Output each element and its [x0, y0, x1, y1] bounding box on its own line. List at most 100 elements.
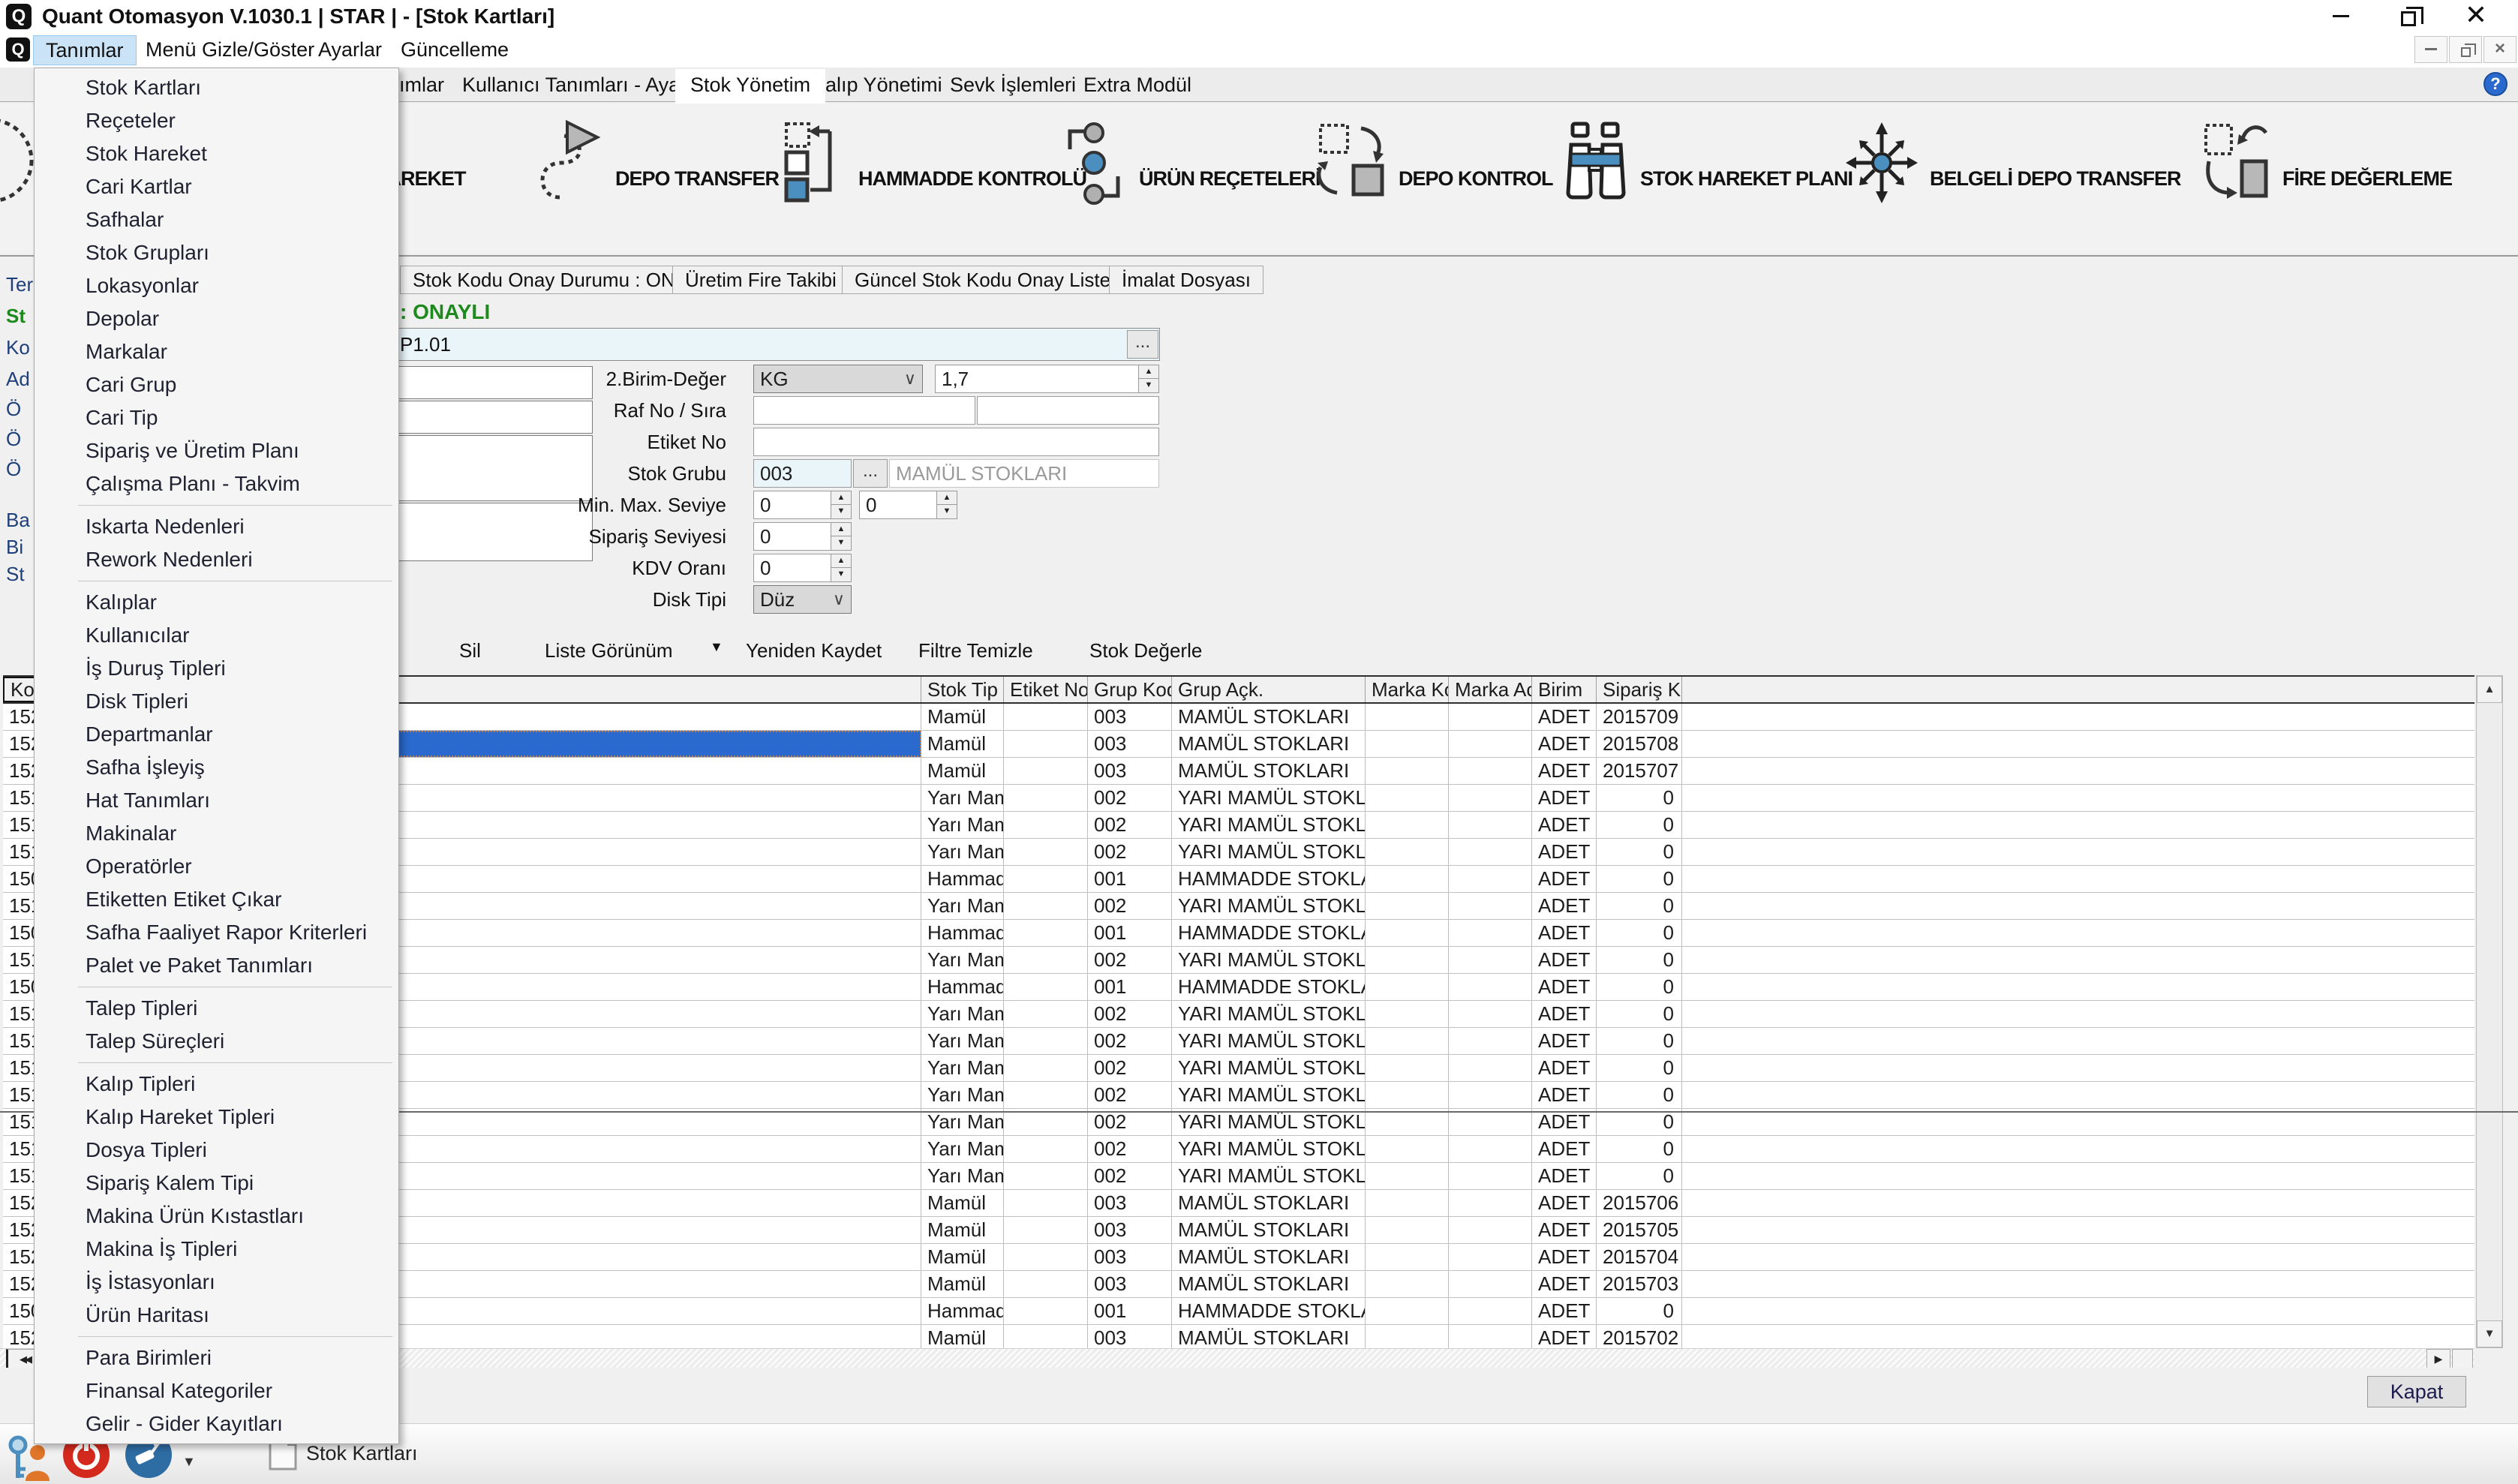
- ribbon-tab-sevk-islemleri[interactable]: Sevk İşlemleri: [935, 69, 1091, 103]
- cell-grup-ack[interactable]: MAMÜL STOKLARI: [1172, 1271, 1366, 1297]
- cell-stok-tip[interactable]: Yarı Mamül: [921, 1028, 1004, 1054]
- cell-birim[interactable]: ADET: [1532, 758, 1597, 784]
- kdv-orani-spinner[interactable]: 0 ▲▼: [753, 554, 852, 582]
- cell-grup-ack[interactable]: HAMMADDE STOKLARI: [1172, 920, 1366, 946]
- cell-birim[interactable]: ADET: [1532, 1163, 1597, 1189]
- cell-grup-kod[interactable]: 003: [1088, 731, 1172, 757]
- menu-item[interactable]: Safhalar: [35, 203, 398, 236]
- cell-marka-ack[interactable]: [1449, 1217, 1532, 1243]
- spinner-arrows[interactable]: ▲▼: [936, 491, 957, 518]
- menu-item[interactable]: Kalıplar: [35, 586, 398, 619]
- menu-item[interactable]: İş İstasyonları: [35, 1266, 398, 1299]
- subtab-imalat-dosyasi[interactable]: İmalat Dosyası: [1109, 266, 1264, 294]
- cell-grup-kod[interactable]: 002: [1088, 1082, 1172, 1108]
- cell-siparis-kod[interactable]: 2015709: [1597, 704, 1682, 730]
- cell-etiket-no[interactable]: [1004, 1298, 1088, 1324]
- cell-grup-ack[interactable]: HAMMADDE STOKLARI: [1172, 866, 1366, 892]
- cell-marka-kod[interactable]: [1366, 758, 1449, 784]
- cell-etiket-no[interactable]: [1004, 1028, 1088, 1054]
- cell-stok-tip[interactable]: Yarı Mamül: [921, 785, 1004, 811]
- menu-item[interactable]: Kalıp Tipleri: [35, 1068, 398, 1101]
- child-minimize-button[interactable]: [2414, 36, 2447, 63]
- cell-stok-tip[interactable]: Yarı Mamül: [921, 947, 1004, 973]
- menu-item[interactable]: Etiketten Etiket Çıkar: [35, 883, 398, 916]
- cell-grup-ack[interactable]: HAMMADDE STOKLARI: [1172, 974, 1366, 1000]
- menu-item[interactable]: Operatörler: [35, 850, 398, 883]
- spin-down-icon[interactable]: ▼: [936, 505, 957, 518]
- cell-birim[interactable]: ADET: [1532, 1055, 1597, 1081]
- min-seviye-spinner[interactable]: 0 ▲▼: [753, 491, 852, 519]
- cell-stok-tip[interactable]: Yarı Mamül: [921, 1163, 1004, 1189]
- scroll-up-button[interactable]: ▲: [2477, 676, 2502, 703]
- cell-grup-kod[interactable]: 001: [1088, 920, 1172, 946]
- cell-siparis-kod[interactable]: 0: [1597, 1028, 1682, 1054]
- cell-grup-kod[interactable]: 001: [1088, 866, 1172, 892]
- menu-item[interactable]: Stok Kartları: [35, 71, 398, 104]
- max-seviye-spinner[interactable]: 0 ▲▼: [859, 491, 957, 519]
- cell-marka-ack[interactable]: [1449, 1055, 1532, 1081]
- cell-grup-kod[interactable]: 002: [1088, 1028, 1172, 1054]
- liste-gorunum-dropdown-icon[interactable]: ▼: [710, 639, 723, 655]
- kapat-button[interactable]: Kapat: [2367, 1376, 2466, 1407]
- menu-item[interactable]: Stok Grupları: [35, 236, 398, 269]
- cell-stok-tip[interactable]: Yarı Mamül: [921, 839, 1004, 865]
- cell-etiket-no[interactable]: [1004, 947, 1088, 973]
- menu-item[interactable]: Reçeteler: [35, 104, 398, 137]
- vertical-scrollbar[interactable]: ▲ ▼: [2476, 675, 2503, 1348]
- cell-siparis-kod[interactable]: 2015704: [1597, 1244, 1682, 1270]
- cell-marka-kod[interactable]: [1366, 704, 1449, 730]
- cell-marka-ack[interactable]: [1449, 758, 1532, 784]
- stock-code-browse-button[interactable]: ...: [1127, 330, 1158, 359]
- cell-grup-ack[interactable]: HAMMADDE STOKLARI: [1172, 1298, 1366, 1324]
- cell-grup-ack[interactable]: YARI MAMÜL STOKLARI: [1172, 812, 1366, 838]
- column-header-grup-kod[interactable]: Grup Kod: [1088, 677, 1172, 702]
- cell-grup-ack[interactable]: MAMÜL STOKLARI: [1172, 1325, 1366, 1348]
- menu-item[interactable]: Cari Tip: [35, 401, 398, 434]
- menu-item[interactable]: Ürün Haritası: [35, 1299, 398, 1332]
- cell-birim[interactable]: ADET: [1532, 866, 1597, 892]
- cell-grup-kod[interactable]: 002: [1088, 839, 1172, 865]
- menu-item[interactable]: Makinalar: [35, 817, 398, 850]
- cell-marka-ack[interactable]: [1449, 812, 1532, 838]
- cell-grup-ack[interactable]: YARI MAMÜL STOKLARI: [1172, 1082, 1366, 1108]
- cell-marka-ack[interactable]: [1449, 704, 1532, 730]
- spinner-arrows[interactable]: ▲▼: [831, 491, 851, 518]
- cell-siparis-kod[interactable]: 0: [1597, 812, 1682, 838]
- raf-no-input[interactable]: [753, 396, 975, 425]
- cell-siparis-kod[interactable]: 2015702: [1597, 1325, 1682, 1348]
- cell-siparis-kod[interactable]: 0: [1597, 974, 1682, 1000]
- column-header-siparis-kod[interactable]: Sipariş Kod: [1597, 677, 1682, 702]
- birim-deger-unit-select[interactable]: KG ∨: [753, 365, 923, 393]
- cell-birim[interactable]: ADET: [1532, 1190, 1597, 1216]
- cell-siparis-kod[interactable]: 2015705: [1597, 1217, 1682, 1243]
- cell-siparis-kod[interactable]: 0: [1597, 1298, 1682, 1324]
- cell-birim[interactable]: ADET: [1532, 1325, 1597, 1348]
- menu-item[interactable]: Talep Süreçleri: [35, 1025, 398, 1058]
- cell-stok-tip[interactable]: Yarı Mamül: [921, 1082, 1004, 1108]
- cell-siparis-kod[interactable]: 0: [1597, 1082, 1682, 1108]
- menubar-item-tanimlar[interactable]: Tanımlar: [33, 35, 137, 65]
- menu-item[interactable]: Makina Ürün Kıstastları: [35, 1200, 398, 1233]
- cell-grup-ack[interactable]: MAMÜL STOKLARI: [1172, 1244, 1366, 1270]
- cell-etiket-no[interactable]: [1004, 1136, 1088, 1162]
- child-restore-button[interactable]: [2449, 36, 2482, 63]
- menu-item[interactable]: Markalar: [35, 335, 398, 368]
- cell-stok-tip[interactable]: Yarı Mamül: [921, 1109, 1004, 1135]
- menu-item[interactable]: Talep Tipleri: [35, 992, 398, 1025]
- cell-siparis-kod[interactable]: 2015707: [1597, 758, 1682, 784]
- cell-grup-ack[interactable]: YARI MAMÜL STOKLARI: [1172, 1109, 1366, 1135]
- cell-birim[interactable]: ADET: [1532, 704, 1597, 730]
- liste-gorunum-button[interactable]: Liste Görünüm: [545, 639, 673, 662]
- cell-marka-kod[interactable]: [1366, 1190, 1449, 1216]
- cell-marka-kod[interactable]: [1366, 812, 1449, 838]
- cell-siparis-kod[interactable]: 0: [1597, 1136, 1682, 1162]
- cell-etiket-no[interactable]: [1004, 1190, 1088, 1216]
- cell-marka-ack[interactable]: [1449, 974, 1532, 1000]
- cell-stok-tip[interactable]: Mamül: [921, 1190, 1004, 1216]
- cell-marka-kod[interactable]: [1366, 1136, 1449, 1162]
- stok-grubu-code-input[interactable]: 003: [753, 459, 852, 488]
- cell-marka-kod[interactable]: [1366, 1271, 1449, 1297]
- cell-marka-ack[interactable]: [1449, 920, 1532, 946]
- cell-grup-ack[interactable]: YARI MAMÜL STOKLARI: [1172, 1028, 1366, 1054]
- cell-siparis-kod[interactable]: 2015708: [1597, 731, 1682, 757]
